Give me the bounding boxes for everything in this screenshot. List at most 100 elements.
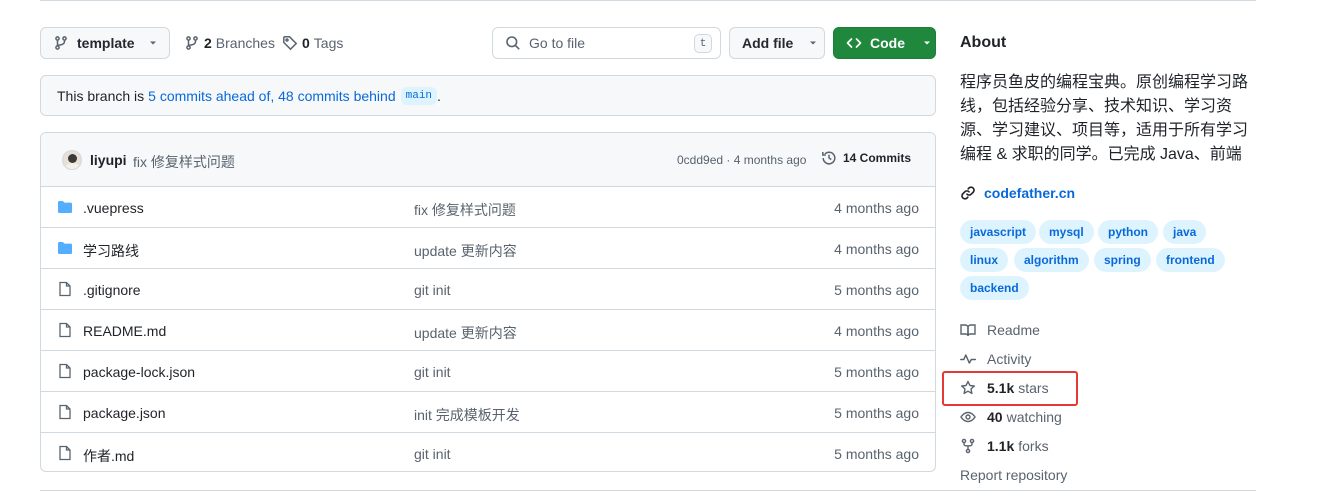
forks-label: forks bbox=[1018, 438, 1049, 454]
stars-highlight-box bbox=[942, 371, 1078, 406]
file-name-link[interactable]: 学习路线 bbox=[83, 241, 139, 261]
about-description: 程序员鱼皮的编程宝典。原创编程学习路线，包括经验分享、技术知识、学习资源、学习建… bbox=[960, 74, 1249, 163]
commit-message[interactable]: fix 修复样式问题 bbox=[133, 152, 235, 172]
file-commit-message[interactable]: init 完成模板开发 bbox=[414, 405, 520, 425]
website-link[interactable]: codefather.cn bbox=[960, 185, 1075, 201]
file-row[interactable]: package-lock.json git init 5 months ago bbox=[41, 351, 935, 392]
file-name-link[interactable]: package.json bbox=[83, 405, 166, 421]
topic-tag[interactable]: linux bbox=[960, 248, 1009, 272]
branches-link[interactable]: 2 Branches bbox=[184, 27, 275, 59]
add-file-label: Add file bbox=[742, 35, 794, 51]
banner-suffix: . bbox=[437, 87, 441, 104]
history-icon bbox=[822, 151, 836, 165]
activity-link[interactable]: Activity bbox=[960, 351, 1031, 367]
file-row[interactable]: 作者.md git init 5 months ago bbox=[41, 433, 935, 471]
file-row[interactable]: package.json init 完成模板开发 5 months ago bbox=[41, 392, 935, 433]
fork-icon bbox=[961, 438, 975, 454]
watching-link[interactable]: 40 watching bbox=[960, 409, 1062, 425]
eye-icon bbox=[960, 411, 976, 423]
base-branch-chip[interactable]: main bbox=[400, 86, 438, 105]
topic-tag[interactable]: javascript bbox=[960, 220, 1037, 244]
file-row[interactable]: README.md update 更新内容 4 months ago bbox=[41, 310, 935, 351]
topic-tag[interactable]: java bbox=[1163, 220, 1207, 244]
file-commit-message[interactable]: update 更新内容 bbox=[414, 241, 517, 261]
topic-tag[interactable]: python bbox=[1098, 220, 1158, 244]
tags-label: Tags bbox=[313, 35, 344, 51]
about-heading: About bbox=[960, 34, 1007, 51]
topic-tag[interactable]: backend bbox=[960, 276, 1029, 300]
branch-name: template bbox=[77, 35, 135, 51]
readme-link[interactable]: Readme bbox=[960, 322, 1040, 338]
file-name-link[interactable]: README.md bbox=[83, 323, 166, 339]
file-commit-age: 4 months ago bbox=[834, 323, 919, 339]
commits-count: 14 Commits bbox=[843, 151, 912, 165]
pulse-icon bbox=[960, 354, 976, 364]
file-name-link[interactable]: .vuepress bbox=[83, 200, 144, 216]
latest-commit-bar: liyupi fix 修复样式问题 0cdd9ed · 4 months ago… bbox=[41, 133, 935, 187]
search-icon bbox=[506, 36, 520, 50]
watching-label: watching bbox=[1006, 409, 1062, 425]
tags-count: 0 bbox=[302, 35, 310, 51]
file-icon bbox=[57, 281, 73, 300]
file-name-link[interactable]: 作者.md bbox=[83, 446, 134, 466]
file-icon bbox=[57, 445, 73, 464]
forks-link[interactable]: 1.1k forks bbox=[960, 438, 1049, 454]
file-name-link[interactable]: .gitignore bbox=[83, 282, 141, 298]
file-commit-message[interactable]: git init bbox=[414, 282, 451, 298]
file-commit-age: 5 months ago bbox=[834, 282, 919, 298]
website-url: codefather.cn bbox=[984, 185, 1076, 201]
topic-tag[interactable]: spring bbox=[1094, 248, 1151, 272]
branches-count: 2 bbox=[204, 35, 212, 51]
report-repository-link[interactable]: Report repository bbox=[960, 467, 1067, 483]
go-to-file-search[interactable]: t bbox=[492, 27, 721, 59]
caret-down-icon bbox=[924, 41, 930, 45]
go-to-file-input[interactable] bbox=[529, 35, 679, 51]
file-commit-message[interactable]: git init bbox=[414, 364, 451, 380]
caret-down-icon bbox=[149, 41, 156, 45]
compare-commits-link[interactable]: 5 commits ahead of, 48 commits behind bbox=[148, 88, 395, 104]
folder-icon bbox=[57, 240, 73, 259]
file-commit-age: 5 months ago bbox=[834, 364, 919, 380]
search-shortcut-key: t bbox=[694, 34, 712, 53]
avatar[interactable] bbox=[62, 150, 82, 170]
folder-icon bbox=[57, 199, 73, 218]
topic-tag[interactable]: frontend bbox=[1156, 248, 1225, 272]
top-divider bbox=[40, 0, 1256, 1]
file-row[interactable]: 学习路线 update 更新内容 4 months ago bbox=[41, 228, 935, 269]
commits-history-link[interactable]: 14 Commits bbox=[821, 150, 911, 166]
bottom-divider bbox=[40, 490, 1256, 491]
banner-prefix: This branch is bbox=[57, 87, 145, 104]
file-commit-age: 5 months ago bbox=[834, 405, 919, 421]
book-icon bbox=[960, 324, 976, 337]
file-commit-age: 4 months ago bbox=[834, 200, 919, 216]
file-listing: liyupi fix 修复样式问题 0cdd9ed · 4 months ago… bbox=[40, 132, 936, 472]
file-row[interactable]: .gitignore git init 5 months ago bbox=[41, 269, 935, 310]
code-button[interactable]: Code bbox=[833, 27, 936, 59]
readme-label: Readme bbox=[987, 322, 1040, 338]
file-commit-age: 4 months ago bbox=[834, 241, 919, 257]
file-icon bbox=[57, 363, 73, 382]
file-name-link[interactable]: package-lock.json bbox=[83, 364, 195, 380]
add-file-button[interactable]: Add file bbox=[729, 27, 825, 59]
forks-count: 1.1k bbox=[987, 438, 1015, 454]
file-row[interactable]: .vuepress fix 修复样式问题 4 months ago bbox=[41, 187, 935, 228]
topic-tag[interactable]: mysql bbox=[1039, 220, 1094, 244]
tag-icon bbox=[283, 36, 298, 51]
file-icon bbox=[57, 404, 73, 423]
commit-author[interactable]: liyupi bbox=[90, 152, 127, 168]
caret-down-icon bbox=[810, 41, 817, 45]
tags-link[interactable]: 0 Tags bbox=[282, 27, 343, 59]
link-icon bbox=[961, 186, 975, 200]
commit-hash-age[interactable]: 0cdd9ed · 4 months ago bbox=[677, 153, 806, 167]
topic-tag[interactable]: algorithm bbox=[1014, 248, 1089, 272]
branch-select-button[interactable]: template bbox=[40, 27, 170, 59]
watching-count: 40 bbox=[987, 409, 1003, 425]
file-commit-message[interactable]: update 更新内容 bbox=[414, 323, 517, 343]
code-icon bbox=[846, 38, 862, 48]
file-commit-message[interactable]: git init bbox=[414, 446, 451, 462]
file-commit-age: 5 months ago bbox=[834, 446, 919, 462]
file-commit-message[interactable]: fix 修复样式问题 bbox=[414, 200, 516, 220]
activity-label: Activity bbox=[987, 351, 1032, 367]
branch-icon bbox=[186, 36, 198, 50]
branch-icon bbox=[55, 36, 67, 50]
